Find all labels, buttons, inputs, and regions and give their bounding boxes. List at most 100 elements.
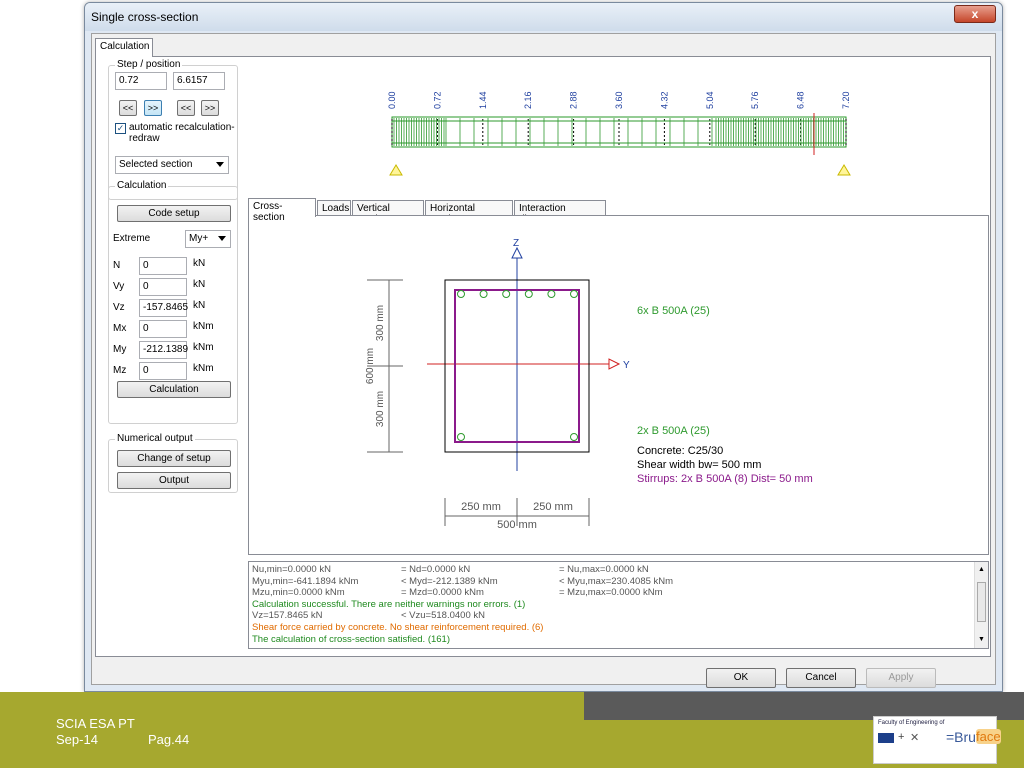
vub-logo-icon: ✕ bbox=[910, 732, 920, 744]
calculation-button[interactable]: Calculation bbox=[117, 381, 231, 398]
output-line-text: = Mzu,max=0.0000 kNm bbox=[559, 587, 663, 599]
ulb-logo-icon bbox=[878, 733, 894, 743]
top-rebar-bar bbox=[479, 290, 488, 298]
output-line-text: < Myd=-212.1389 kNm bbox=[401, 575, 498, 587]
position-back-button[interactable]: << bbox=[177, 100, 195, 116]
beam-tick-label: 4.32 bbox=[659, 91, 669, 109]
cross-section-drawing: Z Y 600 mm 300 mm 300 mm 250 mm 250 mm 5… bbox=[365, 238, 813, 531]
output-log[interactable]: Nu,min=0.0000 kN = Nd=0.0000 kN = Nu,max=0… bbox=[248, 561, 989, 649]
beam-tick-label: 0.00 bbox=[387, 91, 397, 109]
beam-view: 0.00 0.72 1.44 2.16 2.88 3.60 4.32 5.04 5.76 6.48… bbox=[387, 91, 851, 176]
output-line-text: < Myu,max=230.4085 kNm bbox=[559, 575, 674, 587]
force-value-input-mz[interactable]: 0 bbox=[139, 362, 187, 380]
output-button[interactable]: Output bbox=[117, 472, 231, 489]
position-input[interactable]: 6.6157 bbox=[173, 72, 225, 90]
y-axis-arrow bbox=[608, 358, 621, 370]
scroll-thumb[interactable] bbox=[977, 582, 986, 622]
footer-title: SCIA ESA PT bbox=[56, 716, 135, 731]
cross-section-panel: Z Y 600 mm 300 mm 300 mm 250 mm 250 mm 5… bbox=[248, 215, 989, 555]
step-position-label: Step / position bbox=[115, 59, 183, 70]
stirrups-label: Stirrups: 2x B 500A (8) Dist= 50 mm bbox=[637, 473, 813, 485]
tab-calculation[interactable]: Calculation bbox=[95, 38, 153, 57]
force-name-label: My bbox=[113, 344, 127, 355]
dialog-window: Single cross-section x Calculation Step … bbox=[84, 2, 1003, 692]
beam-tick-label: 3.60 bbox=[614, 91, 624, 109]
auto-recalc-label: automatic recalculation-redraw bbox=[129, 122, 235, 144]
cancel-button[interactable]: Cancel bbox=[786, 668, 856, 688]
auto-recalc-checkbox[interactable]: ✓ bbox=[115, 123, 126, 134]
force-value-input-vz[interactable]: -157.8465 bbox=[139, 299, 188, 317]
scroll-down-icon[interactable]: ▼ bbox=[978, 636, 985, 643]
extreme-label: Extreme bbox=[113, 233, 151, 244]
output-line-text: = Mzd=0.0000 kNm bbox=[401, 587, 484, 599]
force-name-label: Vy bbox=[113, 281, 125, 292]
shear-width-label: Shear width bw= 500 mm bbox=[637, 459, 761, 471]
force-value-input-my[interactable]: -212.1389 bbox=[139, 341, 188, 359]
top-rebar-bar bbox=[524, 290, 533, 298]
section-select-value: Selected section bbox=[119, 159, 193, 170]
beam-tick-labels: 0.00 0.72 1.44 2.16 2.88 3.60 4.32 5.04 5.76 6.48… bbox=[387, 91, 851, 109]
lower-half-dim-text: 300 mm bbox=[375, 391, 386, 427]
force-unit-label: kNm bbox=[193, 342, 214, 353]
beam-tick-label: 1.44 bbox=[478, 91, 488, 109]
section-select[interactable]: Selected section bbox=[115, 156, 229, 174]
calculation-group-label: Calculation bbox=[115, 180, 169, 191]
window-title: Single cross-section bbox=[91, 10, 199, 24]
step-input[interactable]: 0.72 bbox=[115, 72, 167, 90]
upper-half-dim-text: 300 mm bbox=[375, 305, 386, 341]
output-line-text: Calculation successful. There are neithe… bbox=[252, 598, 526, 610]
width-dim-text: 500 mm bbox=[497, 519, 537, 531]
output-scrollbar[interactable]: ▲ ▼ bbox=[974, 562, 988, 648]
extreme-select[interactable]: My+ bbox=[185, 230, 231, 248]
tab-cross-section[interactable]: Cross-section bbox=[248, 198, 316, 223]
concrete-label: Concrete: C25/30 bbox=[637, 445, 723, 457]
bruface-logo-accent: face bbox=[976, 729, 1001, 744]
output-line-text: Nu,min=0.0000 kN bbox=[252, 564, 331, 575]
numerical-output-label: Numerical output bbox=[115, 433, 195, 444]
client-area: Calculation Step / position 0.72 6.6157 … bbox=[91, 33, 996, 688]
top-rebar-bar bbox=[570, 290, 578, 298]
scroll-up-icon[interactable]: ▲ bbox=[978, 566, 985, 573]
apply-button[interactable]: Apply bbox=[866, 668, 936, 688]
ok-button[interactable]: OK bbox=[706, 668, 776, 688]
bottom-rebar-bar bbox=[570, 433, 578, 441]
output-line-text: Myu,min=-641.1894 kNm bbox=[252, 575, 359, 587]
force-unit-label: kNm bbox=[193, 363, 214, 374]
force-value-input-vy[interactable]: 0 bbox=[139, 278, 187, 296]
code-setup-button[interactable]: Code setup bbox=[117, 205, 231, 222]
top-rebar-bar bbox=[457, 290, 465, 298]
bottom-rebar-label: 2x B 500A (25) bbox=[637, 425, 710, 437]
force-name-label: Mx bbox=[113, 323, 127, 334]
height-dim-text: 600 mm bbox=[365, 348, 376, 384]
step-back-button[interactable]: << bbox=[119, 100, 137, 116]
beam-tick-label: 5.04 bbox=[705, 91, 715, 109]
output-line-text: Mzu,min=0.0000 kNm bbox=[252, 587, 345, 599]
left-width-dim-text: 250 mm bbox=[461, 501, 501, 513]
output-line-text: = Nd=0.0000 kN bbox=[401, 564, 471, 575]
right-width-dim-text: 250 mm bbox=[533, 501, 573, 513]
plus-glyph: + bbox=[898, 731, 905, 743]
top-rebar-bar bbox=[547, 290, 556, 298]
force-name-label: Vz bbox=[113, 302, 125, 313]
force-name-label: N bbox=[113, 260, 121, 271]
change-of-setup-button[interactable]: Change of setup bbox=[117, 450, 231, 467]
beam-tick-label: 2.16 bbox=[523, 91, 533, 109]
university-logo: Faculty of Engineering of + ✕ =Bru face bbox=[873, 716, 1001, 764]
extreme-select-value: My+ bbox=[189, 233, 209, 244]
output-line-text: Vz=157.8465 kN bbox=[252, 610, 323, 622]
beam-tick-label: 0.72 bbox=[432, 91, 442, 109]
footer-page: Pag.44 bbox=[148, 732, 190, 747]
output-line-text: The calculation of cross-section satisfi… bbox=[252, 633, 451, 645]
numerical-output-group: Numerical output Change of setup Output bbox=[108, 433, 238, 493]
close-button[interactable]: x bbox=[954, 5, 996, 23]
force-value-input-mx[interactable]: 0 bbox=[139, 320, 187, 338]
output-line-text: = Nu,max=0.0000 kN bbox=[559, 564, 649, 575]
bottom-rebar-bar bbox=[457, 433, 465, 441]
output-line-text: < Vzu=518.0400 kN bbox=[401, 610, 485, 622]
step-forward-button[interactable]: >> bbox=[144, 100, 162, 116]
calculation-group: Calculation Code setup Extreme My+ N 0 kN V… bbox=[108, 180, 238, 424]
position-forward-button[interactable]: >> bbox=[201, 100, 219, 116]
beam-tick-label: 5.76 bbox=[750, 91, 760, 109]
force-value-input-n[interactable]: 0 bbox=[139, 257, 187, 275]
y-axis-label: Y bbox=[623, 360, 630, 371]
